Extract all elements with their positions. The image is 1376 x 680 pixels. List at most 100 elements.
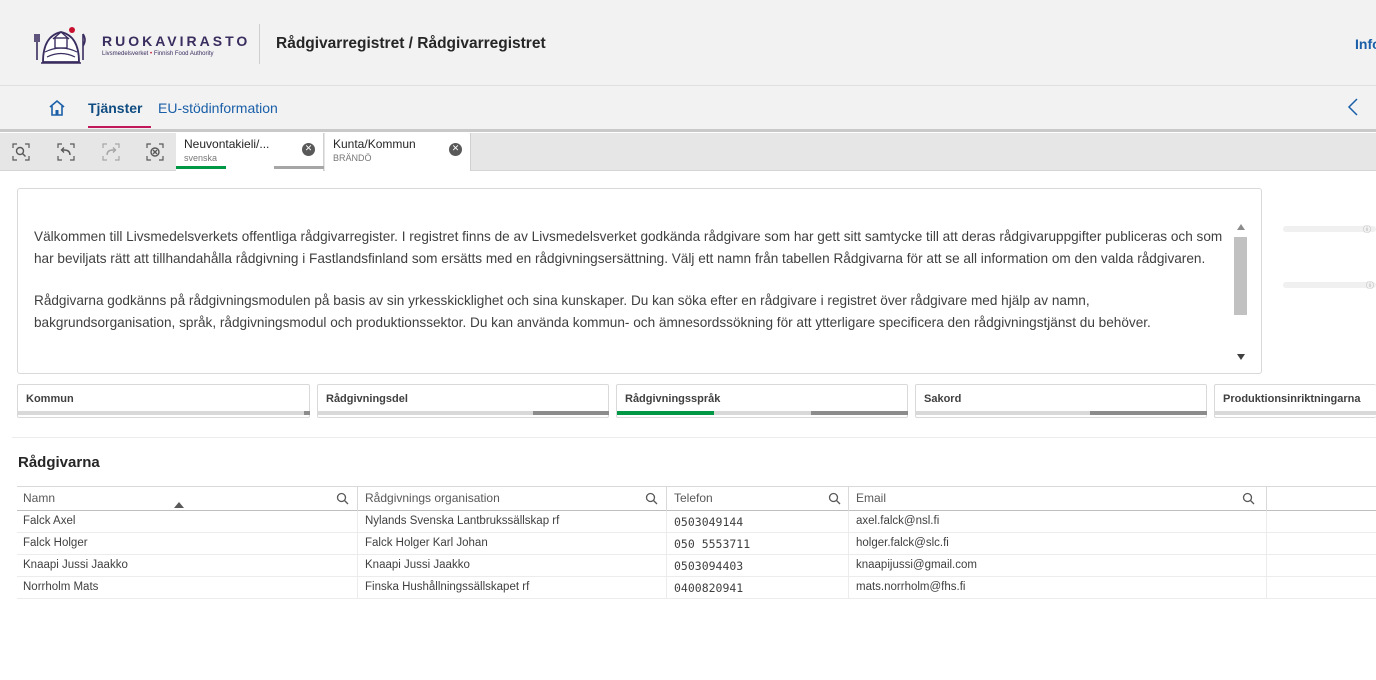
step-forward-icon[interactable]	[102, 143, 120, 161]
column-label: Telefon	[674, 491, 713, 505]
intro-paragraph: Välkommen till Livsmedelsverkets offentl…	[34, 229, 1223, 266]
cell-phone: 0400820941	[668, 577, 849, 598]
cell-text: Norrholm Mats	[23, 581, 99, 593]
chip-value: BRÄNDÖ	[333, 153, 372, 163]
info-icon[interactable]: ⓘ	[1366, 280, 1374, 291]
table-header: Namn Rådgivnings organisation Telefon Em…	[17, 486, 1376, 511]
scroll-thumb[interactable]	[1234, 237, 1247, 315]
brand-name: RUOKAVIRASTO	[102, 33, 251, 49]
chip-value: svenska	[184, 153, 218, 163]
chevron-left-icon[interactable]	[1346, 97, 1360, 117]
filter-label: Rådgivningsspråk	[625, 393, 721, 405]
cell-organisation: Knaapi Jussi Jaakko	[359, 555, 667, 576]
cell-text: 0400820941	[674, 581, 744, 595]
search-icon[interactable]	[645, 492, 658, 505]
tab-eu-support-info[interactable]: EU-stödinformation	[158, 100, 278, 116]
scrollbar[interactable]	[1233, 221, 1249, 366]
cell-email: holger.falck@slc.fi	[850, 533, 1267, 554]
info-link[interactable]: Info	[1355, 36, 1376, 52]
nav-bar: Tjänster EU-stödinformation	[0, 86, 1376, 132]
column-header-phone[interactable]: Telefon	[668, 487, 849, 511]
table-row[interactable]: Knaapi Jussi Jaakko Knaapi Jussi Jaakko …	[17, 555, 1376, 577]
cell-text: holger.falck@slc.fi	[856, 537, 949, 549]
cell-text: axel.falck@nsl.fi	[856, 515, 940, 527]
filter-excluded-bar	[811, 411, 908, 415]
filter-pane-municipality[interactable]: Kommun	[17, 384, 310, 418]
selections-bar: Neuvontakieli/... svenska ✕ Kunta/Kommun…	[0, 133, 1376, 171]
table-title: Rådgivarna	[18, 454, 100, 471]
home-icon[interactable]	[48, 99, 66, 117]
filter-state-bar	[1215, 411, 1376, 415]
filter-label: Kommun	[26, 393, 74, 405]
cell-text: 050 5553711	[674, 537, 751, 551]
scroll-up-icon[interactable]	[1237, 224, 1245, 230]
intro-paragraph: Rådgivarna godkänns på rådgivningsmodule…	[34, 293, 1151, 330]
filter-excluded-bar	[304, 411, 310, 415]
cell-email: axel.falck@nsl.fi	[850, 511, 1267, 532]
filter-label: Rådgivningsdel	[326, 393, 408, 405]
cell-name[interactable]: Falck Axel	[17, 511, 358, 532]
chip-title: Kunta/Kommun	[333, 137, 416, 151]
column-label: Namn	[23, 491, 56, 505]
cell-name[interactable]: Knaapi Jussi Jaakko	[17, 555, 358, 576]
cell-phone: 0503049144	[668, 511, 849, 532]
scroll-down-icon[interactable]	[1237, 354, 1245, 360]
info-icon[interactable]: ⓘ	[1363, 224, 1371, 235]
cell-text: mats.norrholm@fhs.fi	[856, 581, 966, 593]
clear-selection-icon[interactable]: ✕	[302, 143, 315, 156]
column-header-email[interactable]: Email	[850, 487, 1267, 511]
cell-email: knaapijussi@gmail.com	[850, 555, 1267, 576]
filter-label: Produktionsinriktningarna	[1223, 393, 1361, 405]
filter-pane-advisory-language[interactable]: Rådgivningsspråk	[616, 384, 908, 418]
active-tab-indicator	[88, 126, 151, 128]
table-row[interactable]: Falck Axel Nylands Svenska Lantbrukssäll…	[17, 511, 1376, 533]
brand-subtitle: Livsmedelsverket • Finnish Food Authorit…	[102, 51, 214, 57]
cell-text: 0503049144	[674, 515, 744, 529]
filter-excluded-bar	[533, 411, 609, 415]
filter-pane-advisory-part[interactable]: Rådgivningsdel	[317, 384, 609, 418]
cell-organisation: Nylands Svenska Lantbrukssällskap rf	[359, 511, 667, 532]
page-title: Rådgivarregistret / Rådgivarregistret	[276, 35, 546, 52]
app-header: RUOKAVIRASTO Livsmedelsverket • Finnish …	[0, 0, 1376, 86]
cell-name[interactable]: Norrholm Mats	[17, 577, 358, 598]
column-label: Email	[856, 491, 887, 505]
filter-pane-production-sectors[interactable]: Produktionsinriktningarna	[1214, 384, 1376, 418]
cell-text: Knaapi Jussi Jaakko	[23, 559, 128, 571]
filter-label: Sakord	[924, 393, 962, 405]
chip-selected-bar	[176, 166, 226, 169]
intro-text-panel[interactable]: Välkommen till Livsmedelsverkets offentl…	[17, 188, 1262, 374]
cell-organisation: Finska Hushållningssällskapet rf	[359, 577, 667, 598]
cell-text: Finska Hushållningssällskapet rf	[365, 581, 530, 593]
chip-excluded-bar	[274, 166, 324, 169]
cell-name[interactable]: Falck Holger	[17, 533, 358, 554]
brand-sub-left: Livsmedelsverket	[102, 51, 149, 57]
clear-all-selections-icon[interactable]	[146, 143, 164, 161]
column-header-organisation[interactable]: Rådgivnings organisation	[359, 487, 667, 511]
column-header-name[interactable]: Namn	[17, 487, 358, 511]
filter-pane-keywords[interactable]: Sakord	[915, 384, 1207, 418]
search-icon[interactable]	[1242, 492, 1255, 505]
brand-sub-separator: •	[150, 51, 153, 57]
cell-phone: 0503094403	[668, 555, 849, 576]
clear-selection-icon[interactable]: ✕	[449, 143, 462, 156]
filter-excluded-bar	[1090, 411, 1207, 415]
smart-search-icon[interactable]	[12, 143, 30, 161]
selection-chip-language[interactable]: Neuvontakieli/... svenska ✕	[176, 133, 324, 171]
search-icon[interactable]	[336, 492, 349, 505]
filter-selected-bar	[18, 411, 304, 415]
cell-text: knaapijussi@gmail.com	[856, 559, 977, 571]
cell-text: 0503094403	[674, 559, 744, 573]
sort-ascending-icon[interactable]	[174, 502, 184, 508]
tab-services[interactable]: Tjänster	[88, 100, 142, 116]
table-row[interactable]: Falck Holger Falck Holger Karl Johan 050…	[17, 533, 1376, 555]
search-icon[interactable]	[828, 492, 841, 505]
intro-text: Välkommen till Livsmedelsverkets offentl…	[34, 226, 1234, 354]
cell-phone: 050 5553711	[668, 533, 849, 554]
filter-selected-bar	[617, 411, 714, 415]
selection-chip-municipality[interactable]: Kunta/Kommun BRÄNDÖ ✕	[325, 133, 471, 171]
cell-text: Falck Holger Karl Johan	[365, 537, 488, 549]
cell-text: Falck Axel	[23, 515, 76, 527]
table-row[interactable]: Norrholm Mats Finska Hushållningssällska…	[17, 577, 1376, 599]
step-back-icon[interactable]	[57, 143, 75, 161]
cell-text: Knaapi Jussi Jaakko	[365, 559, 470, 571]
